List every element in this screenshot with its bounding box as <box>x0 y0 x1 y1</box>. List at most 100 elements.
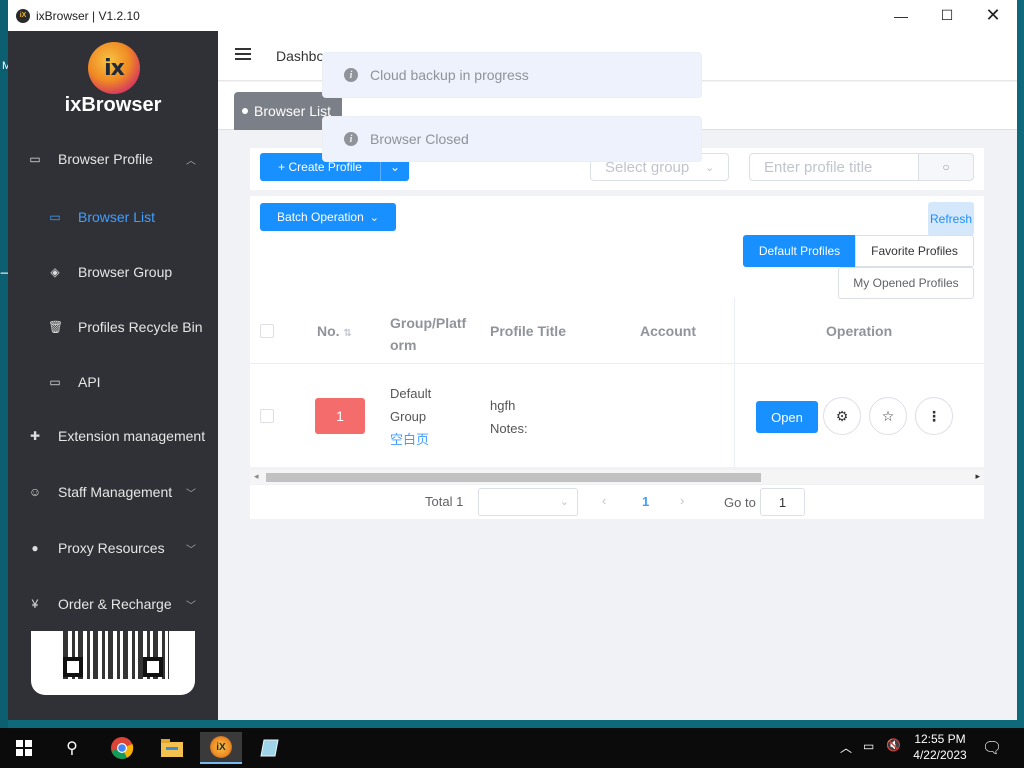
desktop-edge <box>0 0 8 728</box>
my-opened-profiles-tab[interactable]: My Opened Profiles <box>838 267 974 299</box>
info-icon: i <box>344 132 358 146</box>
globe-icon: ● <box>31 541 39 555</box>
scroll-left-icon[interactable]: ◂ <box>254 471 259 482</box>
menu-toggle-icon[interactable] <box>235 48 251 62</box>
browser-profile-icon: ▭ <box>29 152 41 166</box>
col-operation: Operation <box>826 323 893 339</box>
current-page[interactable]: 1 <box>642 494 649 509</box>
more-options-icon[interactable]: ⋮ <box>915 397 953 435</box>
row-number-badge[interactable]: 1 <box>315 398 365 434</box>
nav-label: Browser Profile <box>58 151 153 167</box>
ixbrowser-taskbar-icon[interactable]: iX <box>200 732 242 764</box>
notification-text: Browser Closed <box>370 131 469 147</box>
nav-label: Staff Management <box>58 484 173 500</box>
nav-profiles-recycle-bin[interactable]: 🗑 Profiles Recycle Bin <box>8 307 218 347</box>
col-no[interactable]: No. ⇅ <box>317 323 352 339</box>
volume-muted-icon[interactable]: 🔇 <box>886 738 901 752</box>
settings-gear-icon[interactable]: ⚙ <box>823 397 861 435</box>
api-icon: ▭ <box>49 375 61 389</box>
windows-start-icon[interactable] <box>8 732 40 764</box>
batch-operation-label: Batch Operation <box>277 210 364 224</box>
breadcrumb[interactable]: Dashbo <box>276 48 324 64</box>
horizontal-scrollbar[interactable]: ◂ ▸ <box>250 470 984 484</box>
chevron-down-icon: ﹀ <box>186 488 196 500</box>
brand-name: ixBrowser <box>64 94 162 116</box>
nav-api[interactable]: ▭ API <box>8 362 218 402</box>
nav-proxy-resources[interactable]: ● Proxy Resources ﹀ <box>8 528 218 568</box>
nav-label: Proxy Resources <box>58 540 165 556</box>
row-title: hgfh Notes: <box>490 394 528 440</box>
select-all-checkbox[interactable] <box>260 324 274 338</box>
chevron-down-icon: ⌄ <box>369 211 379 224</box>
page-size-select[interactable]: ⌄ <box>478 488 578 516</box>
ixbrowser-logo-icon: iX <box>210 736 232 758</box>
col-group-line2: orm <box>390 337 417 353</box>
row-group-line1: Default <box>390 386 432 401</box>
refresh-button[interactable]: Refresh <box>928 202 974 236</box>
network-icon[interactable]: ▭ <box>863 739 874 753</box>
next-page-button[interactable]: › <box>680 493 684 508</box>
nav-label: Browser List <box>78 209 156 225</box>
clock-date: 4/22/2023 <box>913 748 967 762</box>
nav-staff-management[interactable]: ☺ Staff Management ﹀ <box>8 472 218 512</box>
batch-operation-button[interactable]: Batch Operation ⌄ <box>260 203 396 231</box>
nav-browser-list[interactable]: ▭ Browser List <box>8 197 218 237</box>
file-explorer-icon[interactable] <box>156 732 188 764</box>
info-icon: i <box>344 68 358 82</box>
row-group-line2: Group <box>390 409 427 424</box>
clock-time: 12:55 PM <box>914 732 966 746</box>
row-platform-link[interactable]: 空白页 <box>390 432 429 447</box>
profile-title-input[interactable]: Enter profile title <box>749 153 919 181</box>
col-group-line1: Group/Platf <box>390 315 467 331</box>
profile-title-placeholder: Enter profile title <box>764 158 873 176</box>
row-notes: Notes: <box>490 421 528 436</box>
tray-chevron-up-icon[interactable]: ︿ <box>840 739 852 756</box>
chrome-icon[interactable] <box>106 732 138 764</box>
goto-page-input[interactable]: 1 <box>760 488 805 516</box>
row-title-text: hgfh <box>490 398 516 413</box>
scrollbar-thumb[interactable] <box>266 473 761 482</box>
clock[interactable]: 12:55 PM 4/22/2023 <box>912 732 968 762</box>
notepad-app-icon[interactable] <box>254 732 286 764</box>
nav-browser-group[interactable]: ◈ Browser Group <box>8 252 218 292</box>
tab-label: Browser List <box>254 103 332 119</box>
nav-order-recharge[interactable]: ¥ Order & Recharge ﹀ <box>8 584 218 624</box>
yen-icon: ¥ <box>31 597 39 611</box>
nav-extension-management[interactable]: ✚ Extension management <box>8 416 218 456</box>
user-icon: ☺ <box>28 485 42 499</box>
pagination-bar: Total 1 ⌄ ‹ 1 › Go to 1 <box>250 485 984 519</box>
notifications-icon[interactable]: 🗨 <box>982 738 1002 758</box>
open-profile-button[interactable]: Open <box>756 401 818 433</box>
title-bar: iX ixBrowser | V1.2.10 — ☐ ✕ <box>8 0 1017 31</box>
qr-finder <box>63 657 83 677</box>
notification-browser-closed[interactable]: i Browser Closed <box>322 116 702 162</box>
taskbar: ⚲ iX ︿ ▭ 🔇 12:55 PM 4/22/2023 🗨 <box>0 728 1024 768</box>
col-profile-title: Profile Title <box>490 323 566 339</box>
chevron-up-icon: ︿ <box>186 155 196 167</box>
sidebar: ix ixBrowser ▭ Browser Profile ︿ ▭ Brows… <box>8 31 218 720</box>
window-title: ixBrowser | V1.2.10 <box>36 8 140 23</box>
prev-page-button[interactable]: ‹ <box>602 493 606 508</box>
col-group-platform: Group/Platf orm <box>390 312 466 356</box>
sort-icon[interactable]: ⇅ <box>343 328 351 339</box>
maximize-button[interactable]: ☐ <box>924 0 970 31</box>
refresh-label: Refresh <box>929 212 973 226</box>
nav-label: API <box>78 374 101 390</box>
close-button[interactable]: ✕ <box>970 0 1016 31</box>
favorite-profiles-tab[interactable]: Favorite Profiles <box>855 235 974 267</box>
search-button[interactable]: ○ <box>918 153 974 181</box>
favorite-star-icon[interactable]: ☆ <box>869 397 907 435</box>
row-checkbox[interactable] <box>260 409 274 423</box>
browser-list-icon: ▭ <box>49 210 61 224</box>
nav-browser-profile[interactable]: ▭ Browser Profile ︿ <box>8 139 218 179</box>
notification-cloud-backup[interactable]: i Cloud backup in progress <box>322 52 702 98</box>
search-icon: ○ <box>942 160 950 174</box>
minimize-button[interactable]: — <box>878 0 924 31</box>
chevron-down-icon: ⌄ <box>559 496 569 508</box>
search-icon[interactable]: ⚲ <box>56 732 88 764</box>
scroll-right-icon[interactable]: ▸ <box>975 471 980 482</box>
goto-label: Go to <box>724 495 756 510</box>
default-profiles-tab[interactable]: Default Profiles <box>743 235 856 267</box>
tab-dot <box>242 108 248 114</box>
notification-text: Cloud backup in progress <box>370 67 529 83</box>
